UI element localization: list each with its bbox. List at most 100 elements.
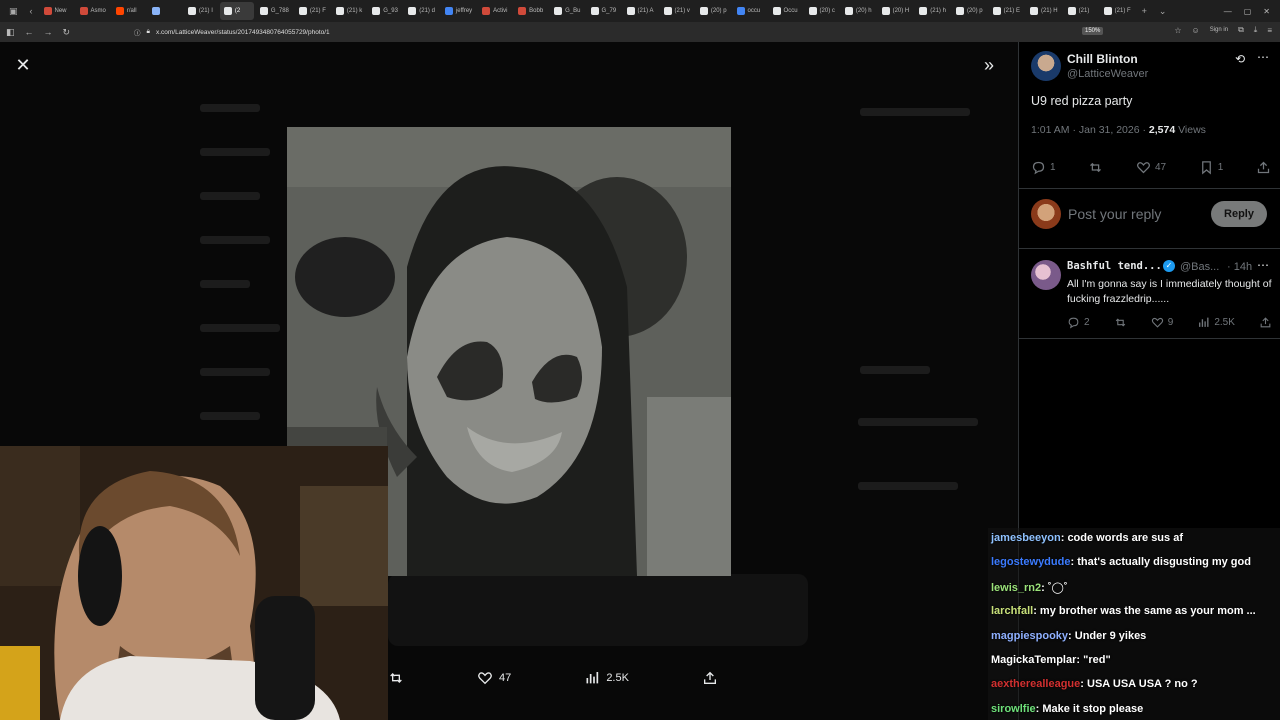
browser-tab[interactable]: (20) p: [952, 2, 987, 20]
tab-label: (21) k: [346, 8, 363, 14]
tab-actions-icon[interactable]: ▣: [4, 6, 23, 17]
author-handle[interactable]: @LatticeWeaver: [1067, 68, 1148, 80]
comment-share-action[interactable]: [1259, 316, 1272, 329]
tab-label: G_93: [383, 8, 398, 14]
expand-panel-icon[interactable]: »: [984, 55, 994, 76]
minimize-icon[interactable]: —: [1224, 7, 1232, 16]
new-tab-icon[interactable]: +: [1137, 6, 1152, 16]
verified-badge-icon: ✓: [1163, 260, 1175, 272]
close-window-icon[interactable]: ✕: [1263, 7, 1270, 16]
forward-icon[interactable]: →: [44, 27, 53, 37]
tab-scroll-left-icon[interactable]: ‹: [25, 6, 38, 16]
browser-tab[interactable]: G_79: [587, 2, 621, 20]
browser-tab[interactable]: Asmo: [76, 2, 110, 20]
browser-tab[interactable]: (21) I: [184, 2, 218, 20]
post-text: U9 red pizza party: [1031, 94, 1133, 108]
tab-list-icon[interactable]: ⌄: [1154, 6, 1172, 17]
browser-tab[interactable]: (21) H: [1026, 2, 1062, 20]
chat-username[interactable]: lewis_rn2: [991, 582, 1041, 594]
browser-tab[interactable]: (21) E: [989, 2, 1024, 20]
comment-timestamp[interactable]: · 14h: [1227, 261, 1252, 273]
url-text[interactable]: x.com/LatticeWeaver/status/2017493480764…: [156, 29, 330, 36]
comment-reply-action[interactable]: 2: [1067, 316, 1090, 329]
menu-icon[interactable]: ≡: [1267, 26, 1272, 35]
user-avatar[interactable]: [1031, 199, 1061, 229]
more-options-icon[interactable]: ⋯: [1257, 50, 1269, 64]
chat-username[interactable]: MagickaTemplar: [991, 654, 1076, 666]
dim-placeholder: [858, 482, 958, 490]
browser-tab[interactable]: G_93: [368, 2, 402, 20]
sidebar-toggle-icon[interactable]: ◧: [6, 27, 15, 38]
tab-favicon-icon: [1029, 7, 1038, 15]
chat-text: code words are sus af: [1067, 532, 1183, 544]
repost-button[interactable]: [388, 670, 404, 686]
chat-username[interactable]: sirowlfie: [991, 703, 1036, 715]
browser-tab[interactable]: (21) k: [332, 2, 366, 20]
browser-tab[interactable]: G_Bu: [550, 2, 584, 20]
comment-avatar[interactable]: [1031, 260, 1061, 290]
browser-tab[interactable]: (20) H: [878, 2, 914, 20]
browser-tab[interactable]: G_788: [256, 2, 293, 20]
divider: [1019, 338, 1280, 339]
chat-username[interactable]: jamesbeeyon: [991, 532, 1061, 544]
tab-label: (21) h: [930, 8, 946, 14]
downloads-icon[interactable]: ⤓: [1254, 25, 1258, 35]
reload-icon[interactable]: ↻: [63, 27, 71, 38]
like-action[interactable]: 47: [1136, 160, 1166, 175]
maximize-icon[interactable]: ▢: [1244, 7, 1252, 16]
back-icon[interactable]: ←: [25, 27, 34, 37]
browser-tab[interactable]: (21) d: [404, 2, 439, 20]
tab-favicon-icon: [554, 7, 563, 15]
sign-in-button[interactable]: Sign in: [1210, 27, 1228, 33]
browser-tab[interactable]: (21) v: [660, 2, 694, 20]
browser-tab[interactable]: occu: [733, 2, 767, 20]
bookmark-star-icon[interactable]: ☆: [1174, 26, 1181, 35]
browser-tab[interactable]: (21) F: [295, 2, 330, 20]
comment-author-handle[interactable]: @Bas...: [1180, 261, 1219, 273]
browser-tab[interactable]: jeffrey: [441, 2, 476, 20]
chat-username[interactable]: larchfall: [991, 605, 1033, 617]
reply-action[interactable]: 1: [1031, 160, 1056, 175]
browser-tab[interactable]: (2: [219, 2, 254, 20]
extensions-icon[interactable]: ⧉: [1238, 25, 1244, 35]
chat-username[interactable]: magpiespooky: [991, 630, 1068, 642]
tab-label: (20) c: [819, 8, 835, 14]
browser-tab[interactable]: (21): [1064, 2, 1098, 20]
browser-tab[interactable]: r/all: [112, 2, 146, 20]
reply-button[interactable]: Reply: [1211, 201, 1267, 227]
profile-icon[interactable]: ☺: [1192, 26, 1200, 35]
zoom-badge[interactable]: 150%: [1082, 27, 1104, 35]
comment-author-name[interactable]: Bashful tend...: [1067, 260, 1162, 272]
browser-tab[interactable]: (21) A: [623, 2, 658, 20]
browser-tab[interactable]: (20) c: [805, 2, 839, 20]
browser-tab[interactable]: New: [40, 2, 74, 20]
views-button[interactable]: 2.5K: [584, 670, 629, 686]
comment-more-icon[interactable]: ⋯: [1257, 258, 1269, 272]
browser-tab[interactable]: Occu: [769, 2, 803, 20]
close-lightbox-button[interactable]: ✕: [14, 56, 32, 74]
bookmark-action[interactable]: 1: [1199, 160, 1223, 175]
chat-username[interactable]: aextherealleague: [991, 678, 1080, 690]
reply-input[interactable]: Post your reply: [1068, 206, 1161, 222]
like-button[interactable]: 47: [477, 670, 511, 686]
site-info-icon[interactable]: ⓘ: [134, 27, 141, 37]
comment-views-action[interactable]: 2.5K: [1197, 316, 1235, 329]
repost-action[interactable]: [1088, 160, 1103, 175]
browser-tab[interactable]: (20) h: [841, 2, 876, 20]
post-timestamp[interactable]: 1:01 AM · Jan 31, 2026 ·: [1031, 124, 1149, 136]
share-action[interactable]: [1256, 160, 1271, 175]
browser-tab[interactable]: (21) h: [915, 2, 950, 20]
address-bar[interactable]: ⓘ 🔒︎ x.com/LatticeWeaver/status/20174934…: [134, 25, 1134, 39]
browser-tab[interactable]: Activi: [478, 2, 512, 20]
browser-tab[interactable]: (21) F: [1100, 2, 1135, 20]
author-name[interactable]: Chill Blinton: [1067, 52, 1138, 66]
browser-tab[interactable]: (20) p: [696, 2, 731, 20]
share-button[interactable]: [702, 670, 718, 686]
author-avatar[interactable]: [1031, 51, 1061, 81]
browser-tab[interactable]: Bobb: [514, 2, 548, 20]
browser-tab[interactable]: [148, 2, 182, 20]
grok-icon[interactable]: ⟲: [1235, 52, 1245, 66]
chat-username[interactable]: legostewydude: [991, 556, 1070, 568]
comment-like-action[interactable]: 9: [1151, 316, 1173, 329]
comment-repost-action[interactable]: [1114, 316, 1127, 329]
